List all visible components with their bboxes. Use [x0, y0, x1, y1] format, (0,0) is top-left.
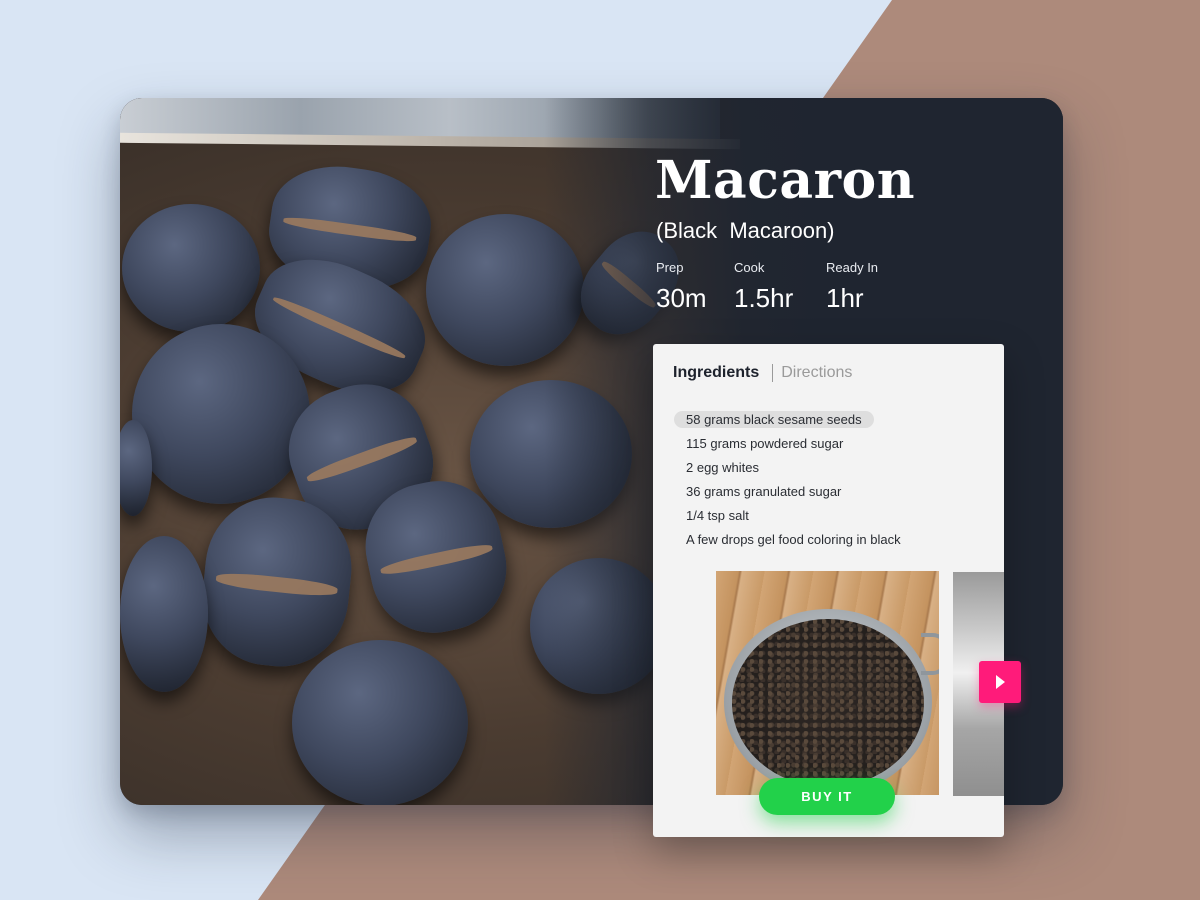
- tab-ingredients[interactable]: Ingredients: [673, 364, 759, 382]
- time-ready-in: Ready In 1hr: [826, 260, 878, 314]
- ingredient-label: 1/4 tsp salt: [686, 508, 749, 523]
- recipe-subtitle: (Black Macaroon): [656, 218, 835, 243]
- ingredient-label: A few drops gel food coloring in black: [686, 532, 901, 547]
- time-prep: Prep 30m: [656, 260, 708, 314]
- ingredient-label: 2 egg whites: [686, 460, 759, 475]
- time-value: 1hr: [826, 283, 864, 313]
- pan-handle: [921, 633, 939, 675]
- ingredient-item[interactable]: 1/4 tsp salt: [675, 506, 912, 530]
- time-value: 30m: [656, 283, 707, 313]
- buy-it-button[interactable]: BUY IT: [759, 778, 895, 815]
- time-value: 1.5hr: [734, 283, 794, 313]
- time-label: Cook: [734, 260, 765, 275]
- play-icon: [996, 675, 1005, 689]
- time-label: Ready In: [826, 260, 879, 275]
- ingredient-image: [716, 571, 939, 795]
- time-label: Prep: [656, 260, 684, 275]
- tab-divider: [772, 364, 774, 382]
- recipe-title: Macaron: [655, 150, 915, 211]
- next-image-button[interactable]: [979, 661, 1021, 703]
- recipe-times: Prep 30m Cook 1.5hr Ready In 1hr: [656, 260, 904, 314]
- sesame-seeds-image: [732, 619, 924, 787]
- ingredient-list: 58 grams black sesame seeds 115 grams po…: [674, 410, 912, 554]
- tab-directions[interactable]: Directions: [781, 364, 852, 382]
- ingredient-item[interactable]: 36 grams granulated sugar: [675, 482, 912, 506]
- ingredient-item[interactable]: 115 grams powdered sugar: [675, 434, 912, 458]
- ingredients-panel: Ingredients Directions 58 grams black se…: [653, 344, 1021, 837]
- ingredient-item[interactable]: 58 grams black sesame seeds: [674, 410, 912, 434]
- ingredient-label: 115 grams powdered sugar: [686, 436, 844, 451]
- ingredient-label: 58 grams black sesame seeds: [674, 411, 874, 428]
- page-background: Macaron (Black Macaroon) Prep 30m Cook 1…: [0, 0, 1200, 900]
- time-cook: Cook 1.5hr: [734, 260, 800, 314]
- ingredient-label: 36 grams granulated sugar: [686, 484, 842, 499]
- ingredient-item[interactable]: A few drops gel food coloring in black: [675, 530, 912, 554]
- panel-tabs: Ingredients Directions: [673, 364, 852, 382]
- ingredient-item[interactable]: 2 egg whites: [675, 458, 912, 482]
